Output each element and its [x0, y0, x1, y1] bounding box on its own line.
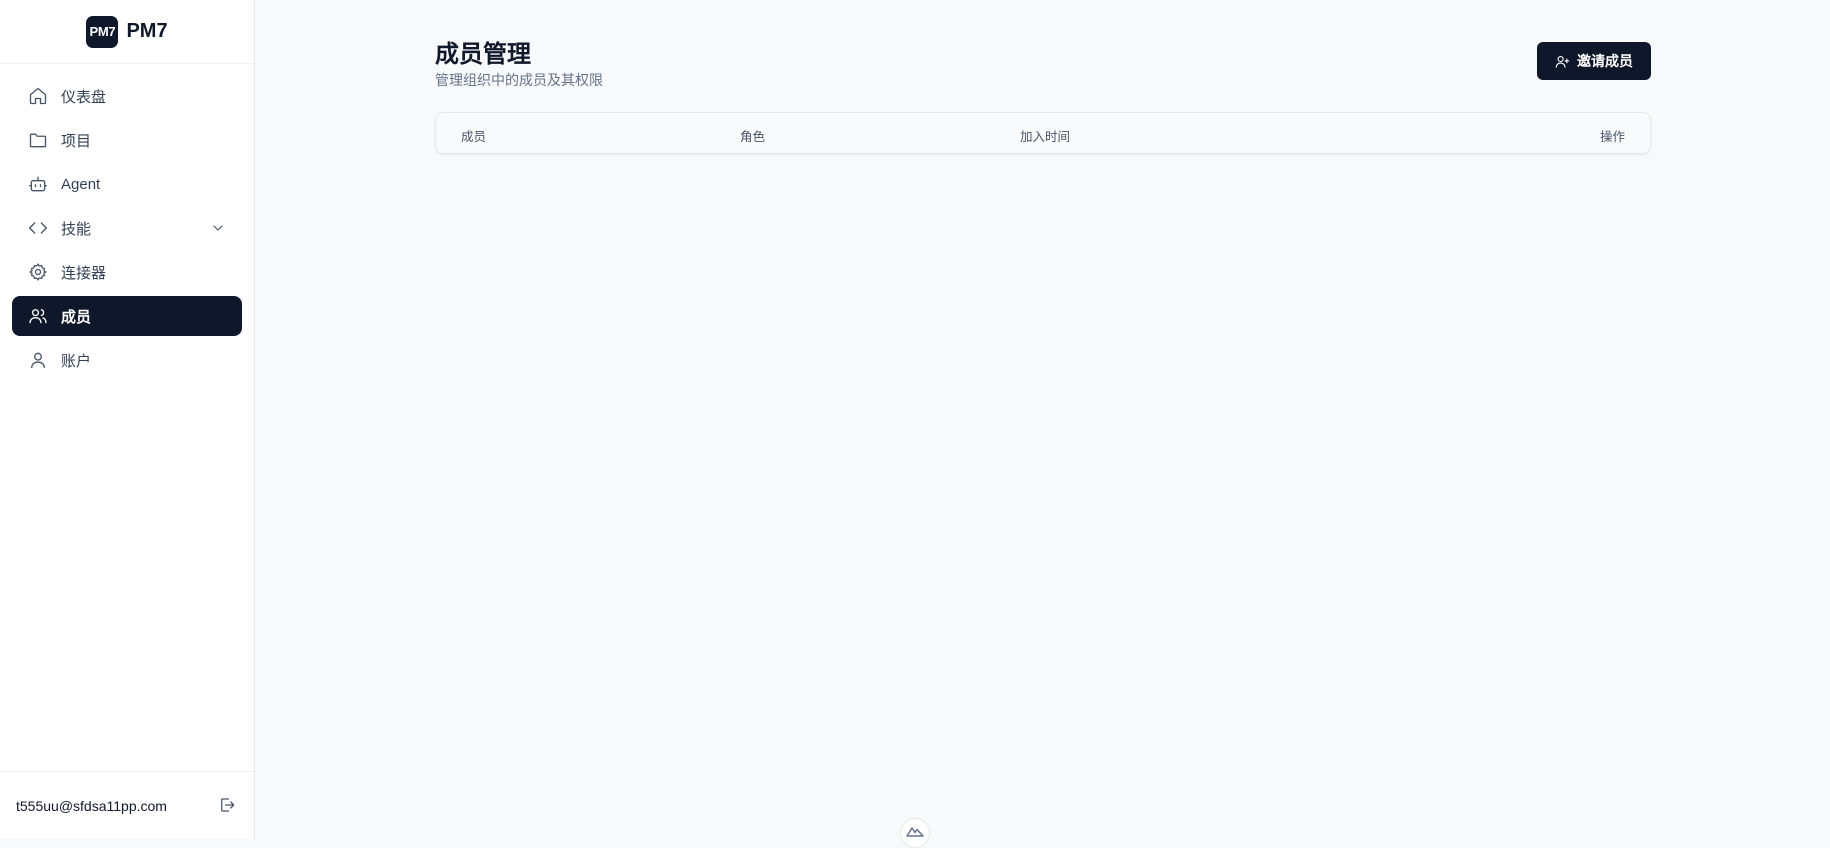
home-icon	[28, 86, 48, 106]
user-bar: t555uu@sfdsa11pp.com	[0, 771, 254, 839]
page-title: 成员管理	[435, 41, 531, 68]
invite-member-label: 邀请成员	[1577, 53, 1633, 69]
floating-mountain-icon[interactable]	[900, 818, 930, 848]
code-icon	[28, 218, 48, 238]
sidebar: PM7 PM7 仪表盘 项目 Agent 技能 连接器 成员 账户 t555uu…	[0, 0, 255, 839]
sidebar-item-label: 连接器	[61, 264, 107, 282]
column-header-actions: 操作	[1599, 130, 1625, 144]
sidebar-item-members[interactable]: 成员	[12, 296, 242, 336]
column-header-role: 角色	[740, 130, 766, 144]
sidebar-item-label: Agent	[61, 175, 101, 193]
logout-icon[interactable]	[218, 796, 238, 816]
sidebar-item-account[interactable]: 账户	[12, 340, 242, 380]
user-plus-icon	[1555, 55, 1570, 68]
sidebar-item-projects[interactable]: 项目	[12, 120, 242, 160]
sidebar-item-connectors[interactable]: 连接器	[12, 252, 242, 292]
users-icon	[28, 306, 48, 326]
user-email: t555uu@sfdsa11pp.com	[16, 797, 167, 814]
sidebar-nav: 仪表盘 项目 Agent 技能 连接器 成员 账户	[0, 64, 254, 380]
brand-logo: PM7	[86, 15, 119, 48]
column-header-member: 成员	[461, 130, 487, 144]
sidebar-item-label: 成员	[61, 308, 92, 326]
members-table: 成员 角色 加入时间 操作	[435, 112, 1651, 154]
user-icon	[28, 350, 48, 370]
chevron-down-icon[interactable]	[210, 220, 226, 236]
sidebar-item-dashboard[interactable]: 仪表盘	[12, 76, 242, 116]
brand-name: PM7	[126, 20, 168, 42]
sidebar-item-skills[interactable]: 技能	[12, 208, 242, 248]
gear-icon	[28, 262, 48, 282]
folder-icon	[28, 130, 48, 150]
page-subtitle: 管理组织中的成员及其权限	[435, 72, 603, 88]
invite-member-button[interactable]: 邀请成员	[1537, 42, 1651, 80]
sidebar-item-label: 账户	[61, 352, 92, 370]
brand[interactable]: PM7 PM7	[0, 0, 254, 64]
column-header-joined: 加入时间	[1020, 130, 1071, 144]
main-content: 成员管理 管理组织中的成员及其权限 邀请成员 成员 角色 加入时间 操作	[255, 0, 1830, 839]
sidebar-item-label: 项目	[61, 132, 92, 150]
bot-icon	[28, 174, 48, 194]
sidebar-item-label: 技能	[61, 220, 92, 238]
sidebar-item-label: 仪表盘	[61, 88, 107, 106]
sidebar-item-agent[interactable]: Agent	[12, 164, 242, 204]
